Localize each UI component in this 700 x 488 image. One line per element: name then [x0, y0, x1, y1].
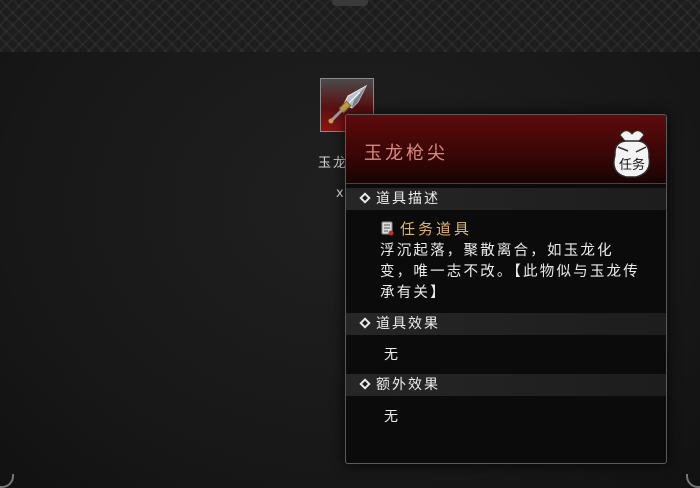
- top-decorative-border: [0, 0, 700, 52]
- panel-corner-left: [0, 474, 14, 488]
- item-slot-count: x: [336, 186, 344, 201]
- section-effect-heading: 道具效果: [376, 316, 440, 332]
- item-extra-effect-value: 无: [384, 409, 398, 425]
- tooltip-header: 玉龙枪尖 任务: [346, 115, 666, 184]
- item-title: 玉龙枪尖: [364, 143, 448, 164]
- section-extra-effect-header: 额外效果: [346, 374, 666, 396]
- panel-corner-right: [686, 474, 700, 488]
- section-extra-effect-heading: 额外效果: [376, 377, 440, 393]
- diamond-bullet-icon: [359, 192, 371, 204]
- mission-bag-icon: 任务: [613, 130, 651, 178]
- section-description-header: 道具描述: [346, 188, 666, 210]
- item-type-label: 任务道具: [400, 220, 473, 238]
- diamond-bullet-icon: [359, 378, 371, 390]
- item-tooltip: 玉龙枪尖 任务 道具描述 任务道具 浮沉起落，聚散离合，如玉龙化变，唯一志不改。…: [345, 114, 667, 464]
- item-description: 浮沉起落，聚散离合，如玉龙化变，唯一志不改。【此物似与玉龙传承有关】: [380, 243, 640, 301]
- top-border-nub: [332, 0, 368, 6]
- diamond-bullet-icon: [359, 317, 371, 329]
- item-effect-value: 无: [384, 347, 398, 363]
- section-description-heading: 道具描述: [376, 191, 440, 207]
- quest-scroll-icon: [381, 221, 394, 236]
- section-effect-header: 道具效果: [346, 313, 666, 335]
- mission-badge-text: 任务: [619, 157, 645, 173]
